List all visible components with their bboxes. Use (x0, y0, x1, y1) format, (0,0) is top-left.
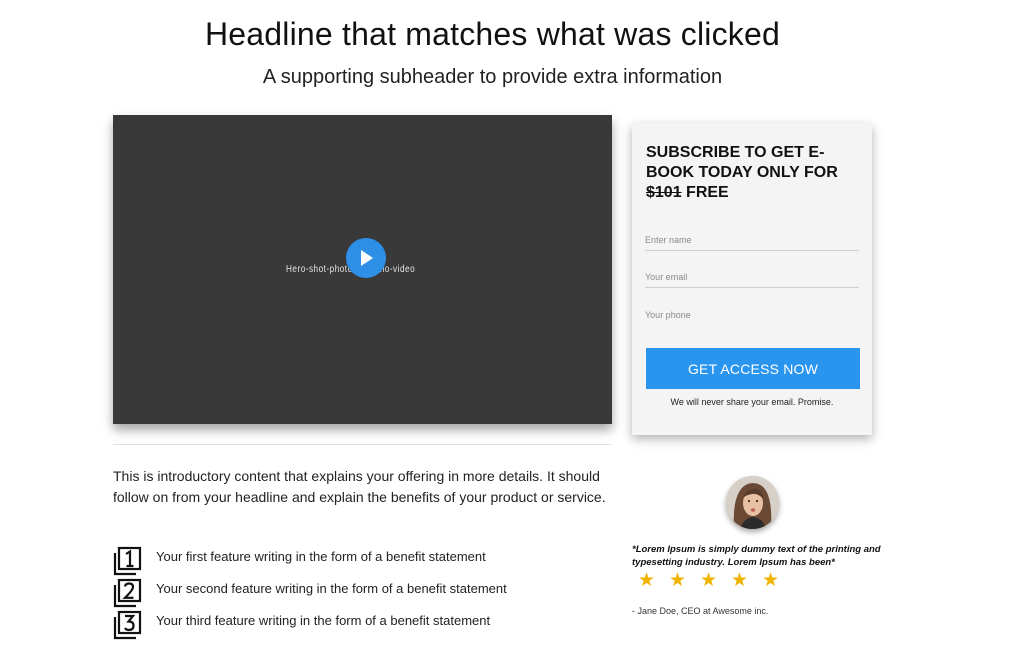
phone-field[interactable] (645, 304, 859, 326)
page-headline: Headline that matches what was clicked (205, 16, 780, 52)
form-title: SUBSCRIBE TO GET E-BOOK TODAY ONLY FOR $… (646, 143, 861, 203)
star-icon: ★ (638, 570, 656, 591)
page-subheader: A supporting subheader to provide extra … (262, 66, 723, 88)
feature-item: Your first feature writing in the form o… (113, 546, 533, 576)
number-1-icon (113, 546, 142, 576)
form-title-free: FREE (686, 184, 729, 201)
privacy-note: We will never share your email. Promise. (670, 397, 834, 407)
star-icon: ★ (731, 570, 749, 591)
feature-text: Your third feature writing in the form o… (156, 613, 491, 628)
star-icon: ★ (700, 570, 718, 591)
hero-video[interactable]: Hero-shot-photo-or-demo-video (113, 115, 612, 424)
star-icon: ★ (669, 570, 687, 591)
email-field[interactable] (645, 266, 859, 288)
feature-text: Your first feature writing in the form o… (156, 549, 486, 564)
name-field[interactable] (645, 229, 859, 251)
section-divider (113, 444, 612, 445)
intro-text: This is introductory content that explai… (113, 468, 606, 505)
testimonial-author: - Jane Doe, CEO at Awesome inc. (632, 606, 769, 616)
avatar (726, 476, 779, 529)
feature-text: Your second feature writing in the form … (156, 581, 507, 596)
feature-item: Your second feature writing in the form … (113, 578, 533, 608)
form-title-text: SUBSCRIBE TO GET E-BOOK TODAY ONLY FOR (646, 144, 838, 181)
get-access-button[interactable]: GET ACCESS NOW (646, 348, 860, 389)
subscribe-form-card: SUBSCRIBE TO GET E-BOOK TODAY ONLY FOR $… (632, 123, 872, 435)
number-2-icon (113, 578, 142, 608)
number-3-icon (113, 610, 142, 640)
play-button[interactable] (346, 238, 386, 278)
star-icon: ★ (762, 570, 780, 591)
original-price: $101 (646, 184, 682, 201)
play-icon (361, 250, 373, 266)
testimonial-quote: *Lorem Ipsum is simply dummy text of the… (632, 544, 881, 568)
avatar-portrait (726, 476, 779, 529)
feature-item: Your third feature writing in the form o… (113, 610, 533, 640)
